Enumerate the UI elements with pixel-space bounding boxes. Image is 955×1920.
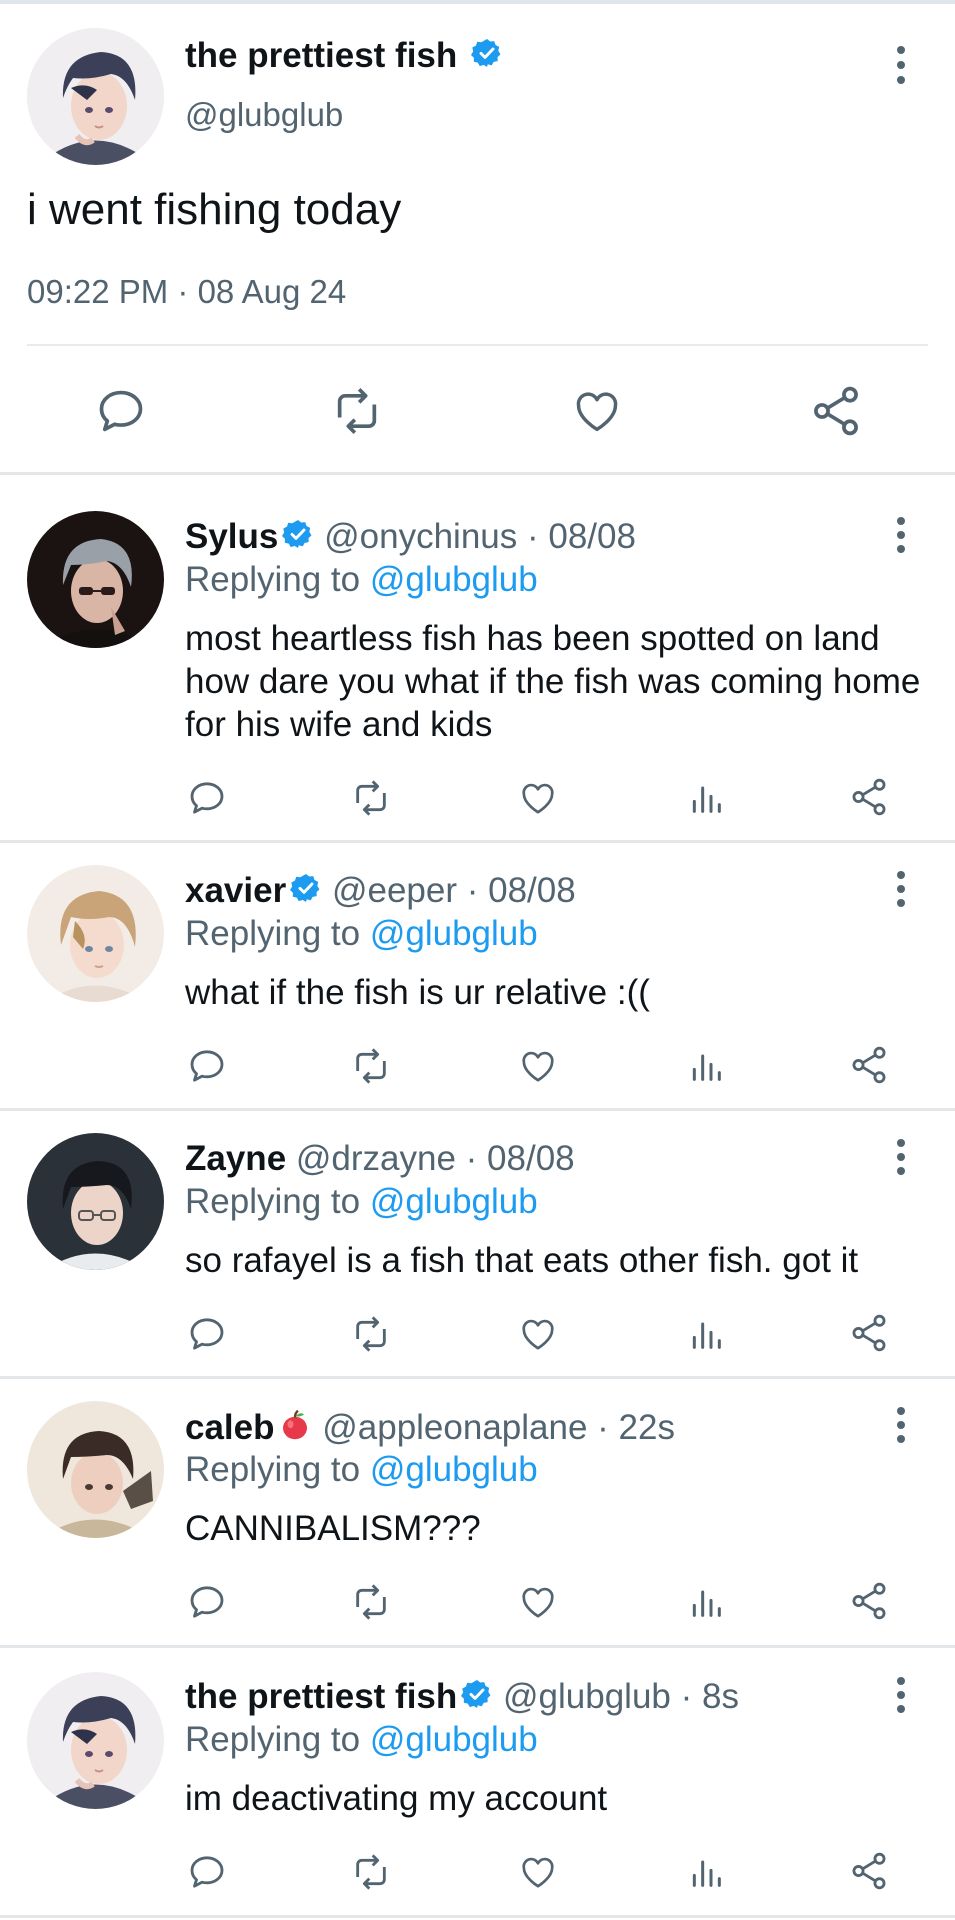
reply-header: caleb @appleonaplane · 22s: [185, 1407, 675, 1452]
reply-header: xavier @eeper · 08/08: [185, 871, 576, 913]
reply-icon[interactable]: [187, 778, 227, 823]
replying-to: Replying to @glubglub: [185, 1450, 538, 1490]
display-name[interactable]: the prettiest fish: [185, 1677, 457, 1716]
top-border: [0, 0, 955, 4]
verified-badge-icon: [471, 37, 503, 78]
replying-to-label: Replying to: [185, 914, 370, 953]
replying-to-label: Replying to: [185, 560, 370, 599]
avatar[interactable]: [27, 1401, 164, 1538]
analytics-icon[interactable]: [686, 1582, 726, 1627]
replying-to-label: Replying to: [185, 1182, 370, 1221]
reply-text: most heartless fish has been spotted on …: [185, 619, 921, 744]
tweet-timestamp[interactable]: 09:22 PM · 08 Aug 24: [27, 273, 346, 311]
more-icon[interactable]: [891, 1407, 911, 1447]
display-name[interactable]: Sylus: [185, 517, 278, 556]
analytics-icon[interactable]: [686, 1852, 726, 1897]
more-icon[interactable]: [891, 1677, 911, 1717]
handle[interactable]: @appleonaplane: [322, 1408, 587, 1447]
reply-time[interactable]: · 8s: [681, 1677, 739, 1716]
analytics-icon[interactable]: [686, 778, 726, 823]
avatar[interactable]: [27, 1133, 164, 1270]
reply-header: the prettiest fish @glubglub · 8s: [185, 1677, 739, 1719]
avatar[interactable]: [27, 28, 164, 165]
handle[interactable]: @onychinus: [324, 517, 517, 556]
replying-to: Replying to @glubglub: [185, 560, 538, 600]
avatar[interactable]: [27, 865, 164, 1002]
replying-to: Replying to @glubglub: [185, 914, 538, 954]
section-separator: [0, 840, 955, 843]
reply-text: so rafayel is a fish that eats other fis…: [185, 1241, 859, 1280]
like-icon[interactable]: [518, 1046, 558, 1091]
replying-to-link[interactable]: @glubglub: [370, 1450, 538, 1489]
like-icon[interactable]: [571, 385, 623, 442]
share-icon[interactable]: [848, 1850, 890, 1897]
display-name[interactable]: caleb: [185, 1408, 275, 1447]
avatar[interactable]: [27, 1672, 164, 1809]
retweet-icon[interactable]: [350, 778, 392, 823]
reply-time[interactable]: · 08/08: [527, 517, 636, 556]
retweet-icon[interactable]: [330, 385, 384, 442]
handle[interactable]: @glubglub: [503, 1677, 671, 1716]
avatar[interactable]: [27, 511, 164, 648]
like-icon[interactable]: [518, 1582, 558, 1627]
replying-to: Replying to @glubglub: [185, 1720, 538, 1760]
replying-to: Replying to @glubglub: [185, 1182, 538, 1222]
tweet-text: i went fishing today: [27, 185, 402, 234]
display-name-text[interactable]: the prettiest fish: [185, 36, 457, 75]
section-separator: [0, 1108, 955, 1111]
like-icon[interactable]: [518, 1314, 558, 1359]
section-separator: [0, 472, 955, 475]
replying-to-link[interactable]: @glubglub: [370, 914, 538, 953]
replying-to-link[interactable]: @glubglub: [370, 1182, 538, 1221]
retweet-icon[interactable]: [350, 1852, 392, 1897]
display-name[interactable]: the prettiest fish: [185, 36, 503, 78]
replying-to-link[interactable]: @glubglub: [370, 1720, 538, 1759]
reply-header: Zayne @drzayne · 08/08: [185, 1139, 575, 1179]
more-icon[interactable]: [891, 517, 911, 557]
reply-text: im deactivating my account: [185, 1779, 608, 1818]
apple-emoji-icon: [277, 1407, 313, 1452]
share-icon[interactable]: [848, 1044, 890, 1091]
handle[interactable]: @glubglub: [185, 96, 343, 134]
analytics-icon[interactable]: [686, 1314, 726, 1359]
divider: [27, 344, 928, 346]
more-icon[interactable]: [891, 871, 911, 911]
reply-icon[interactable]: [187, 1046, 227, 1091]
reply-text: what if the fish is ur relative :((: [185, 973, 650, 1012]
replying-to-label: Replying to: [185, 1450, 370, 1489]
reply-header: Sylus @onychinus · 08/08: [185, 517, 636, 559]
reply-time[interactable]: · 22s: [597, 1408, 675, 1447]
verified-badge-icon: [461, 1678, 493, 1719]
display-name[interactable]: xavier: [185, 871, 286, 910]
reply-icon[interactable]: [95, 385, 147, 442]
share-icon[interactable]: [848, 776, 890, 823]
more-icon[interactable]: [891, 46, 911, 86]
verified-badge-icon: [282, 518, 314, 559]
reply-icon[interactable]: [187, 1852, 227, 1897]
reply-time[interactable]: · 08/08: [466, 1139, 575, 1178]
display-name[interactable]: Zayne: [185, 1139, 286, 1178]
verified-badge-icon: [290, 872, 322, 913]
like-icon[interactable]: [518, 1852, 558, 1897]
like-icon[interactable]: [518, 778, 558, 823]
section-separator: [0, 1915, 955, 1918]
section-separator: [0, 1376, 955, 1379]
retweet-icon[interactable]: [350, 1046, 392, 1091]
section-separator: [0, 1645, 955, 1648]
retweet-icon[interactable]: [350, 1582, 392, 1627]
reply-icon[interactable]: [187, 1314, 227, 1359]
analytics-icon[interactable]: [686, 1046, 726, 1091]
reply-time[interactable]: · 08/08: [467, 871, 576, 910]
replying-to-link[interactable]: @glubglub: [370, 560, 538, 599]
share-icon[interactable]: [808, 383, 864, 444]
share-icon[interactable]: [848, 1580, 890, 1627]
handle[interactable]: @eeper: [332, 871, 457, 910]
more-icon[interactable]: [891, 1139, 911, 1179]
handle[interactable]: @drzayne: [296, 1139, 456, 1178]
reply-icon[interactable]: [187, 1582, 227, 1627]
replying-to-label: Replying to: [185, 1720, 370, 1759]
share-icon[interactable]: [848, 1312, 890, 1359]
retweet-icon[interactable]: [350, 1314, 392, 1359]
reply-text: CANNIBALISM???: [185, 1509, 481, 1548]
